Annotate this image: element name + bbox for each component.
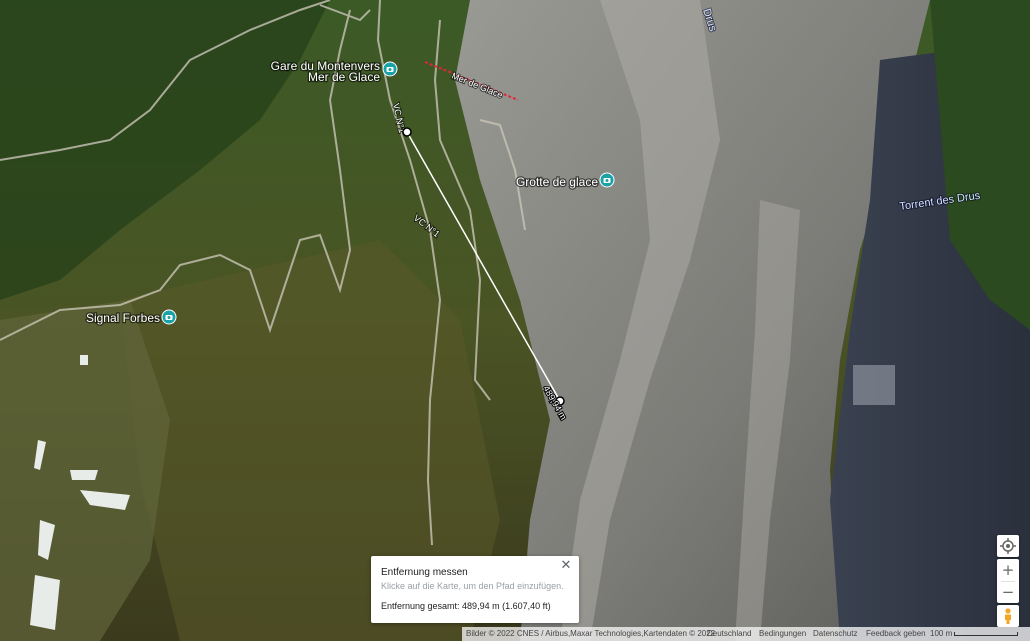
imagery-attribution: Bilder © 2022 CNES / Airbus,Maxar Techno…: [466, 629, 716, 638]
street-view-pegman-button[interactable]: [997, 605, 1019, 627]
country-link[interactable]: Deutschland: [707, 627, 751, 641]
zoom-control: + −: [997, 559, 1019, 603]
my-location-button[interactable]: [997, 535, 1019, 557]
attribution-bar: Bilder © 2022 CNES / Airbus,Maxar Techno…: [462, 627, 1030, 641]
scale-bar: [954, 632, 1018, 636]
zoom-divider: [1001, 581, 1015, 582]
zoom-in-button[interactable]: +: [997, 559, 1019, 581]
distance-panel-total: Entfernung gesamt: 489,94 m (1.607,40 ft…: [381, 601, 551, 611]
terrain-bright-patch: [853, 365, 895, 405]
poi-label-forbes: Signal Forbes: [86, 311, 160, 325]
poi-label-montenvers-2: Mer de Glace: [308, 70, 380, 84]
crosshair-icon: [1000, 538, 1016, 554]
camera-pin-icon: [161, 309, 177, 325]
scale-label[interactable]: 100 m: [930, 627, 952, 641]
zoom-out-button[interactable]: −: [997, 581, 1019, 603]
distance-panel-title: Entfernung messen: [381, 567, 468, 578]
distance-panel: Entfernung messen Klicke auf die Karte, …: [371, 556, 579, 623]
satellite-map[interactable]: Mer de Glace VC N°1 VC N°1 Drus Torrent …: [0, 0, 1030, 641]
distance-panel-hint: Klicke auf die Karte, um den Pfad einzuf…: [381, 581, 564, 591]
terms-link[interactable]: Bedingungen: [759, 627, 806, 641]
feedback-link[interactable]: Feedback geben: [866, 627, 926, 641]
privacy-link[interactable]: Datenschutz: [813, 627, 857, 641]
camera-pin-icon: [599, 172, 615, 188]
pegman-icon: [1005, 608, 1011, 624]
poi-label-grotte: Grotte de glace: [516, 175, 598, 189]
camera-pin-icon: [382, 61, 398, 77]
measurement-start-point[interactable]: [402, 127, 412, 137]
close-icon[interactable]: ✕: [559, 558, 573, 572]
